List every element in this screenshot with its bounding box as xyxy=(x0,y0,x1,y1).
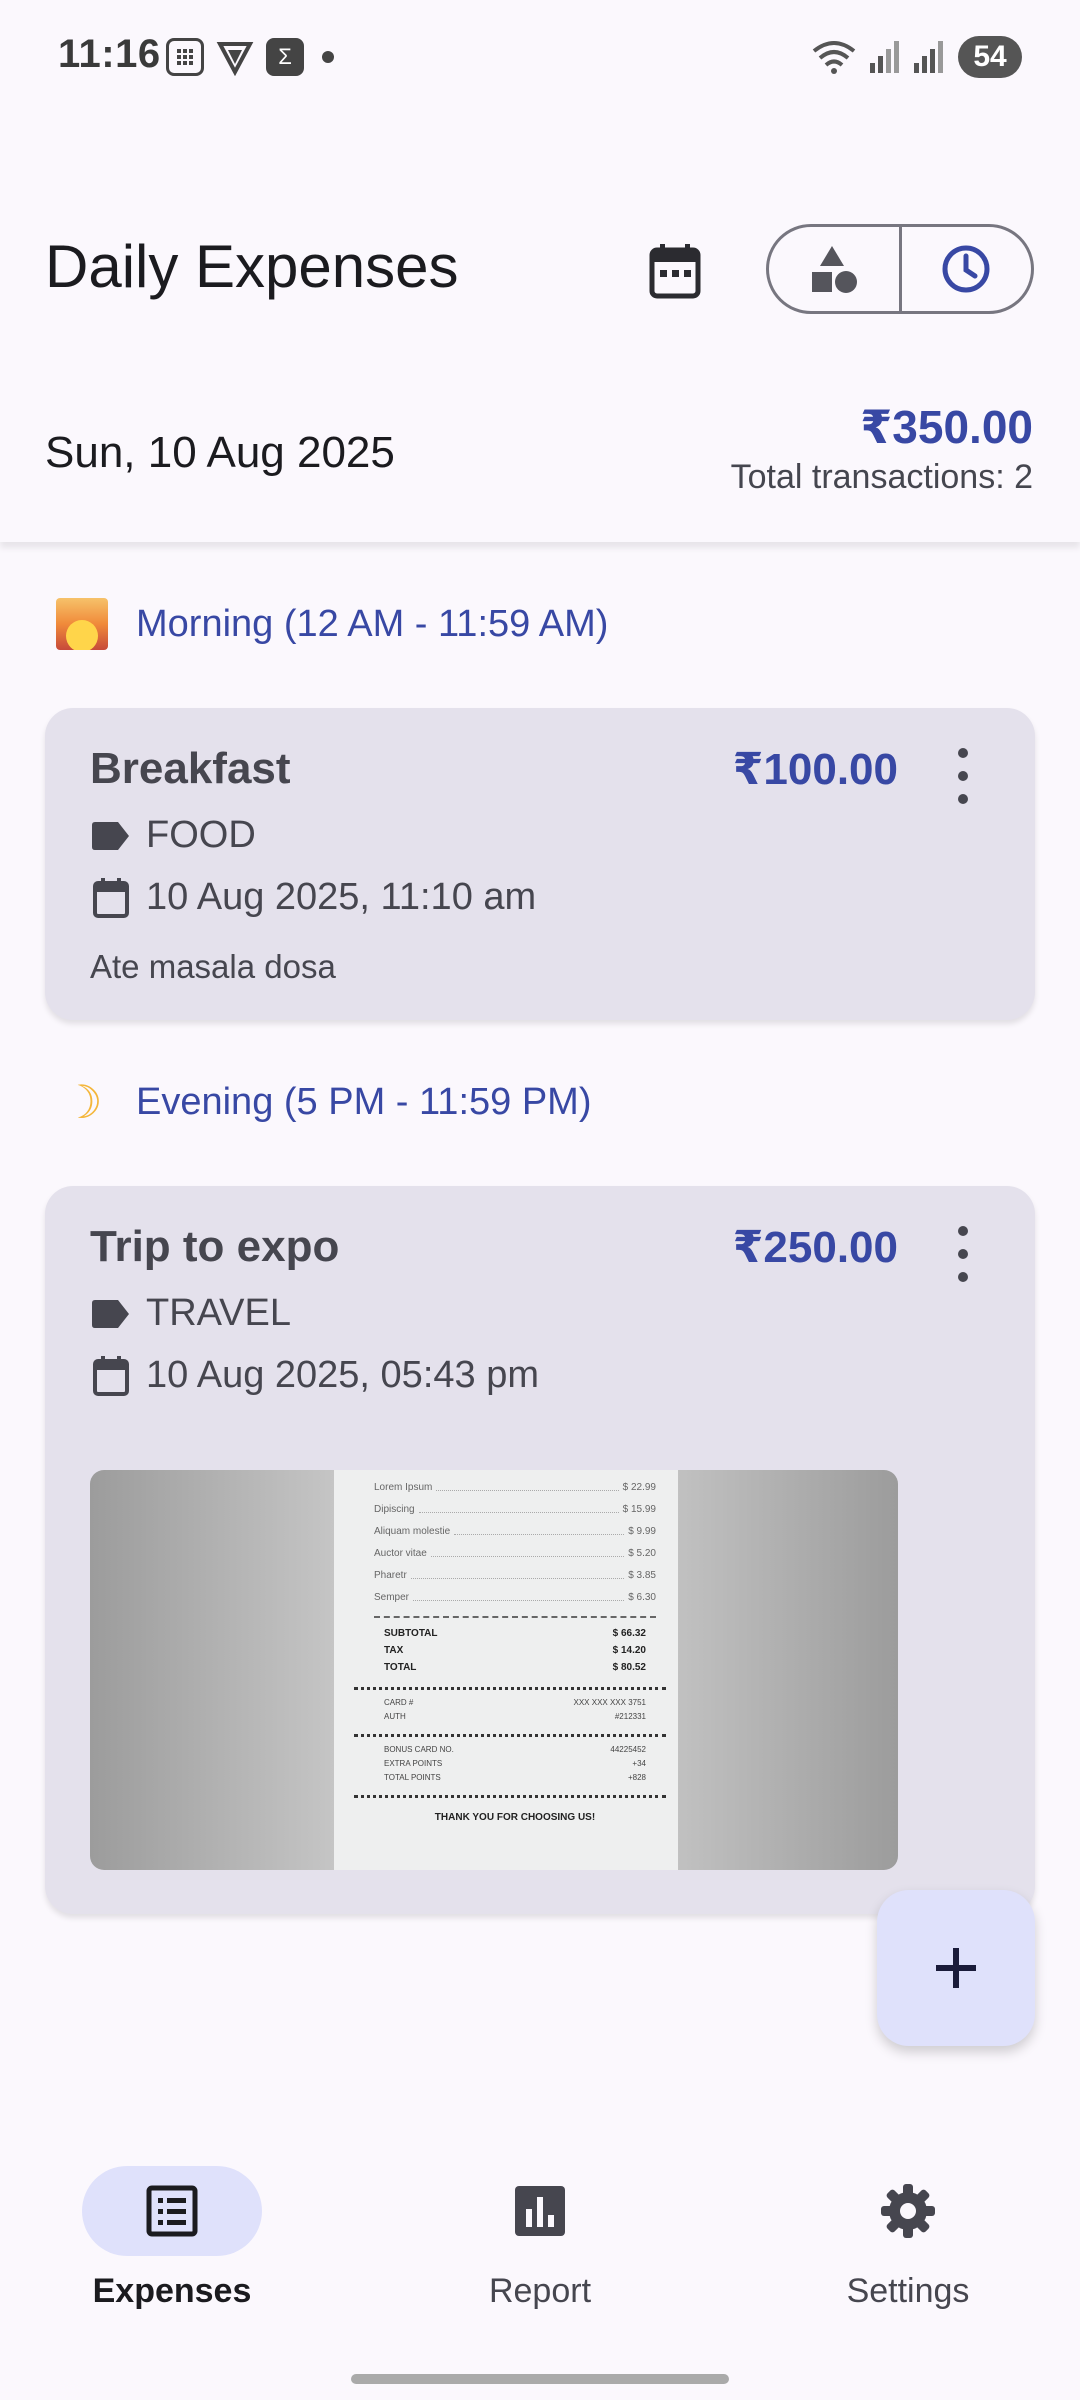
total-amount: ₹350.00 xyxy=(860,401,1033,453)
daily-summary: Sun, 10 Aug 2025 ₹350.00 Total transacti… xyxy=(0,360,1080,542)
status-time: 11:16 xyxy=(58,32,161,76)
nav-item-report[interactable]: Report xyxy=(420,2166,660,2311)
nav-label: Expenses xyxy=(92,2272,252,2310)
nav-item-expenses[interactable]: Expenses xyxy=(52,2166,292,2311)
expense-datetime: 10 Aug 2025, 11:10 am xyxy=(90,876,536,919)
clock-icon xyxy=(942,245,990,293)
category-view-button[interactable] xyxy=(769,227,899,311)
wifi-icon xyxy=(812,41,856,74)
signal-icon-2 xyxy=(914,41,943,73)
battery-indicator: 54 xyxy=(958,36,1022,78)
bottom-navigation: Expenses Report Settings xyxy=(0,2120,1080,2400)
expense-card[interactable]: Breakfast ₹100.00 FOOD 10 Aug 2025, 11:1… xyxy=(45,708,1035,1020)
bar-chart-icon xyxy=(515,2186,565,2236)
time-view-button[interactable] xyxy=(898,227,1032,311)
sigma-icon: Σ xyxy=(266,38,304,76)
status-system-icons: 54 xyxy=(812,36,1022,78)
section-header-morning: Morning (12 AM - 11:59 AM) xyxy=(56,598,608,650)
list-icon xyxy=(146,2185,198,2237)
sunrise-icon xyxy=(56,598,108,650)
view-toggle xyxy=(766,224,1034,314)
expense-datetime: 10 Aug 2025, 05:43 pm xyxy=(90,1354,539,1397)
moon-icon: ☽ xyxy=(61,1076,103,1128)
home-indicator[interactable] xyxy=(351,2374,729,2384)
signal-icon xyxy=(870,41,899,73)
plus-icon xyxy=(936,1948,976,1988)
selected-date: Sun, 10 Aug 2025 xyxy=(45,428,395,477)
nav-item-settings[interactable]: Settings xyxy=(788,2166,1028,2311)
receipt-image[interactable]: Lorem Ipsum $ 22.99 Dipiscing $ 15.99 Aliq… xyxy=(90,1470,898,1870)
category-label: FOOD xyxy=(146,814,256,856)
expense-category: TRAVEL xyxy=(90,1292,291,1335)
transaction-count: Total transactions: 2 xyxy=(730,458,1033,496)
category-icon xyxy=(811,246,857,293)
expense-category: FOOD xyxy=(90,814,256,857)
calculator-icon xyxy=(166,38,204,76)
expense-title: Breakfast xyxy=(90,744,291,793)
tag-icon xyxy=(90,815,132,857)
shield-icon xyxy=(216,38,254,77)
section-label: Morning (12 AM - 11:59 AM) xyxy=(136,602,609,645)
add-expense-button[interactable] xyxy=(877,1890,1035,2046)
page-title: Daily Expenses xyxy=(45,233,459,300)
nav-label: Settings xyxy=(846,2272,970,2310)
gear-icon xyxy=(881,2184,935,2238)
calendar-button[interactable] xyxy=(640,236,710,306)
more-options-button[interactable] xyxy=(951,748,975,804)
category-label: TRAVEL xyxy=(146,1292,292,1334)
section-header-evening: ☽ Evening (5 PM - 11:59 PM) xyxy=(56,1076,591,1128)
expense-amount: ₹250.00 xyxy=(732,1223,898,1272)
calendar-icon xyxy=(90,877,132,919)
section-label: Evening (5 PM - 11:59 PM) xyxy=(136,1080,592,1123)
more-options-button[interactable] xyxy=(951,1226,975,1282)
nav-indicator xyxy=(82,2166,262,2256)
dot-icon xyxy=(322,51,334,63)
nav-label: Report xyxy=(488,2272,592,2310)
datetime-label: 10 Aug 2025, 05:43 pm xyxy=(146,1354,539,1396)
calendar-icon xyxy=(649,244,701,299)
datetime-label: 10 Aug 2025, 11:10 am xyxy=(146,876,537,918)
expense-note: Ate masala dosa xyxy=(90,948,336,985)
expense-amount: ₹100.00 xyxy=(732,745,898,794)
expense-title: Trip to expo xyxy=(90,1222,340,1271)
status-bar: 11:16 Σ 54 xyxy=(0,0,1080,115)
status-notification-icons: Σ xyxy=(166,38,334,77)
calendar-icon xyxy=(90,1355,132,1397)
tag-icon xyxy=(90,1293,132,1335)
receipt-paper: Lorem Ipsum $ 22.99 Dipiscing $ 15.99 Aliq… xyxy=(334,1470,678,1870)
expense-card[interactable]: Trip to expo ₹250.00 TRAVEL 10 Aug 2025,… xyxy=(45,1186,1035,1914)
